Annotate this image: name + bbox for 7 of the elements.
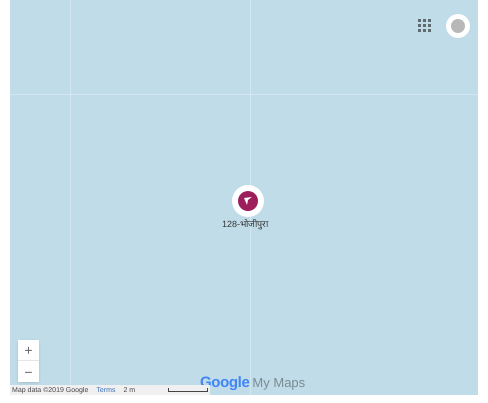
marker-label: 128-भोजीपुरा <box>222 218 268 232</box>
account-avatar-icon[interactable] <box>446 14 470 38</box>
map-pin-icon[interactable] <box>232 185 264 217</box>
product-name: My Maps <box>252 374 306 392</box>
apps-grid-icon[interactable] <box>418 19 431 32</box>
zoom-in-button[interactable]: + <box>18 340 39 361</box>
zoom-out-button[interactable]: − <box>18 361 39 382</box>
